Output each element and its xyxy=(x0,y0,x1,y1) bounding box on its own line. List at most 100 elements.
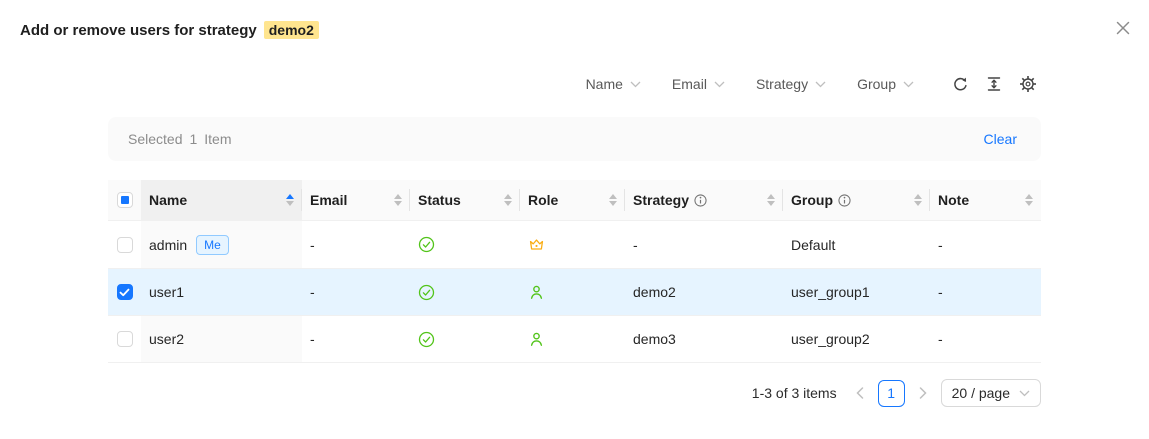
sort-caret-up xyxy=(767,194,775,199)
cell-status xyxy=(410,269,520,315)
sort-caret-down xyxy=(504,201,512,206)
sort-caret-down xyxy=(609,201,617,206)
status-active-icon xyxy=(418,331,435,348)
sort-caret-up xyxy=(286,194,294,199)
settings-icon[interactable] xyxy=(1019,75,1037,93)
sort-caret-up xyxy=(609,194,617,199)
user-name: user2 xyxy=(149,331,184,347)
cell-strategy: demo3 xyxy=(625,316,783,362)
cell-role xyxy=(520,316,625,362)
column-header-status[interactable]: Status xyxy=(410,180,520,220)
cell-group: user_group1 xyxy=(783,269,930,315)
next-page-button[interactable] xyxy=(914,379,932,407)
filter-strategy[interactable]: Strategy xyxy=(756,76,826,92)
filter-label: Name xyxy=(586,76,623,92)
selection-summary: Selected 1 Item xyxy=(128,131,232,147)
row-checkbox-cell xyxy=(108,221,141,268)
sort-icon xyxy=(761,194,775,206)
page-size-value: 20 / page xyxy=(952,385,1010,401)
column-label: Name xyxy=(149,192,187,208)
cell-name: adminMe xyxy=(141,221,302,268)
clear-selection-link[interactable]: Clear xyxy=(984,131,1017,147)
column-label: Status xyxy=(418,192,461,208)
filter-email[interactable]: Email xyxy=(672,76,725,92)
column-label-wrap: Note xyxy=(938,192,969,208)
column-label-wrap: Name xyxy=(149,192,187,208)
users-table: Name Email Status Role Strategy Group Note adm… xyxy=(108,180,1041,363)
sort-icon xyxy=(603,194,617,206)
column-label: Strategy xyxy=(633,192,689,208)
user-name: user1 xyxy=(149,284,184,300)
cell-email: - xyxy=(302,316,410,362)
cell-note: - xyxy=(930,316,1041,362)
filter-label: Email xyxy=(672,76,707,92)
row-height-icon[interactable] xyxy=(986,76,1002,92)
filter-name[interactable]: Name xyxy=(586,76,641,92)
sort-caret-down xyxy=(1025,201,1033,206)
column-header-email[interactable]: Email xyxy=(302,180,410,220)
column-header-strategy[interactable]: Strategy xyxy=(625,180,783,220)
prev-page-button[interactable] xyxy=(851,379,869,407)
select-all-checkbox[interactable] xyxy=(117,192,133,208)
row-checkbox[interactable] xyxy=(117,331,133,347)
page-1-button[interactable]: 1 xyxy=(878,380,905,407)
filter-row: Name Email Strategy Group xyxy=(586,71,1037,97)
column-label: Note xyxy=(938,192,969,208)
table-row-user1[interactable]: user1-demo2user_group1- xyxy=(108,269,1041,316)
refresh-icon[interactable] xyxy=(952,76,969,93)
cell-role xyxy=(520,269,625,315)
column-label: Group xyxy=(791,192,833,208)
chevron-down-icon xyxy=(1019,390,1030,397)
chevron-down-icon xyxy=(903,81,914,88)
cell-status xyxy=(410,316,520,362)
column-header-role[interactable]: Role xyxy=(520,180,625,220)
sort-icon xyxy=(1019,194,1033,206)
cell-email: - xyxy=(302,221,410,268)
filter-label: Group xyxy=(857,76,896,92)
role-user-icon xyxy=(528,284,545,301)
sort-caret-up xyxy=(394,194,402,199)
add-remove-users-modal: Add or remove users for strategy demo2 N… xyxy=(0,0,1149,439)
row-checkbox[interactable] xyxy=(117,237,133,253)
column-header-group[interactable]: Group xyxy=(783,180,930,220)
page-size-select[interactable]: 20 / page xyxy=(941,379,1041,407)
role-admin-crown-icon xyxy=(528,236,545,253)
sort-icon xyxy=(280,194,294,206)
column-label: Role xyxy=(528,192,558,208)
toolbar-icons xyxy=(952,75,1037,93)
info-icon xyxy=(694,194,707,207)
row-checkbox[interactable] xyxy=(117,284,133,300)
row-checkbox-cell xyxy=(108,269,141,315)
select-all-cell xyxy=(108,180,141,220)
sort-icon xyxy=(388,194,402,206)
chevron-down-icon xyxy=(714,81,725,88)
selected-count: 1 xyxy=(189,131,197,147)
pagination-total: 1-3 of 3 items xyxy=(752,385,837,401)
column-label-wrap: Email xyxy=(310,192,347,208)
cell-role xyxy=(520,221,625,268)
sort-caret-down xyxy=(914,201,922,206)
sort-icon xyxy=(908,194,922,206)
column-header-name[interactable]: Name xyxy=(141,180,302,220)
cell-name: user1 xyxy=(141,269,302,315)
column-label: Email xyxy=(310,192,347,208)
close-icon[interactable] xyxy=(1112,17,1134,39)
chevron-down-icon xyxy=(630,81,641,88)
sort-icon xyxy=(498,194,512,206)
table-header: Name Email Status Role Strategy Group Note xyxy=(108,180,1041,221)
cell-group: Default xyxy=(783,221,930,268)
column-label-wrap: Group xyxy=(791,192,851,208)
chevron-down-icon xyxy=(815,81,826,88)
table-row-user2[interactable]: user2-demo3user_group2- xyxy=(108,316,1041,363)
column-label-wrap: Strategy xyxy=(633,192,707,208)
filter-group[interactable]: Group xyxy=(857,76,914,92)
cell-group: user_group2 xyxy=(783,316,930,362)
table-row-admin[interactable]: adminMe--Default- xyxy=(108,221,1041,269)
sort-caret-down xyxy=(767,201,775,206)
column-header-note[interactable]: Note xyxy=(930,180,1041,220)
pagination: 1-3 of 3 items 1 20 / page xyxy=(752,379,1041,407)
status-active-icon xyxy=(418,236,435,253)
cell-status xyxy=(410,221,520,268)
filter-label: Strategy xyxy=(756,76,808,92)
sort-caret-up xyxy=(914,194,922,199)
